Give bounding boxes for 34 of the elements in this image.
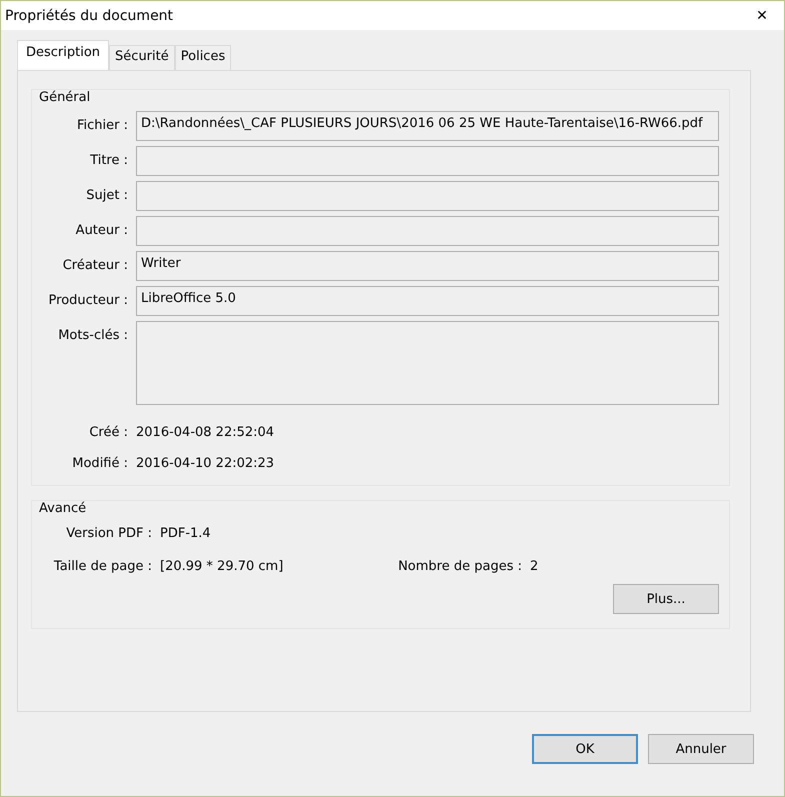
dialog-button[interactable]: OK: [532, 734, 638, 764]
page-size-value: [20.99 * 29.70 cm]: [160, 559, 284, 574]
date-value: 2016-04-10 22:02:23: [136, 456, 276, 471]
field-label: Producteur :: [48, 292, 128, 310]
tab[interactable]: Sécurité: [109, 45, 175, 70]
input-field[interactable]: LibreOffice 5.0: [136, 286, 719, 316]
field-label: Créateur :: [62, 257, 128, 275]
window-title: Propriétés du document: [5, 8, 174, 24]
tab[interactable]: Polices: [174, 45, 232, 70]
page-count-label: Nombre de pages :: [397, 559, 522, 574]
input-field[interactable]: D:\Randonnées\_CAF PLUSIEURS JOURS\2016 06 25 WE Haute-Tarentaise\16-RW66.pdf: [136, 111, 719, 141]
page-count-value: 2: [530, 559, 540, 574]
date-label: Modifié :: [71, 456, 128, 471]
version-label: Version PDF :: [65, 526, 152, 541]
input-field[interactable]: [136, 216, 719, 246]
close-button[interactable]: ✕: [740, 1, 784, 30]
group-title: Avancé: [38, 501, 88, 516]
tab[interactable]: Description: [17, 40, 110, 70]
date-value: 2016-04-08 22:52:04: [136, 425, 276, 440]
input-field[interactable]: [136, 181, 719, 211]
field-label: Mots-clés :: [57, 327, 128, 345]
field-label: Sujet :: [85, 187, 128, 205]
version-value: PDF-1.4: [160, 526, 212, 541]
group-title: Général: [38, 90, 92, 105]
date-label: Créé :: [88, 425, 128, 440]
dialog-button[interactable]: Annuler: [648, 734, 754, 764]
input-field[interactable]: [136, 321, 719, 405]
input-field[interactable]: Writer: [136, 251, 719, 281]
field-label: Titre :: [89, 152, 128, 170]
field-label: Fichier :: [76, 117, 128, 135]
input-field[interactable]: [136, 146, 719, 176]
field-label: Auteur :: [74, 222, 128, 240]
more-button[interactable]: Plus...: [613, 584, 719, 614]
page-size-label: Taille de page :: [52, 559, 152, 574]
